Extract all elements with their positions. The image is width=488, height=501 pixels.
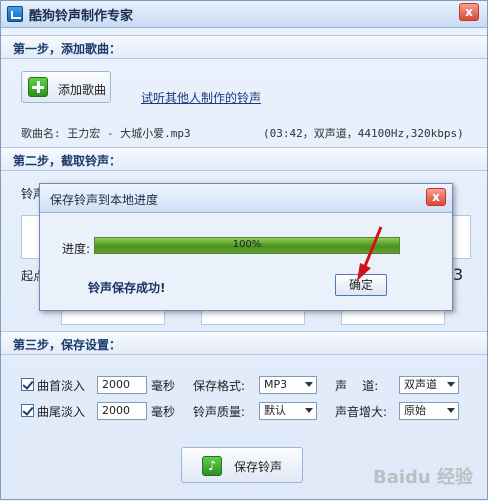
add-song-button[interactable]: 添加歌曲 <box>21 71 111 103</box>
channel-value: 双声道 <box>404 378 437 391</box>
volume-label: 声音增大: <box>335 405 388 419</box>
format-select[interactable]: MP3 <box>259 376 317 394</box>
step3-title: 第三步，保存设置： <box>13 338 122 352</box>
title-bar: 酷狗铃声制作专家 x <box>1 1 487 28</box>
app-icon <box>7 6 23 22</box>
fade-in-label: 曲首淡入 <box>37 379 86 393</box>
fade-in-input[interactable]: 2000 <box>97 376 147 394</box>
channel-select[interactable]: 双声道 <box>399 376 459 394</box>
volume-select[interactable]: 原始 <box>399 402 459 420</box>
step2-title: 第二步，截取铃声： <box>13 154 122 168</box>
save-progress-dialog: 保存铃声到本地进度 x 进度: 100% 铃声保存成功! 确定 <box>39 183 453 311</box>
step2-header: 第二步，截取铃声： <box>1 147 487 171</box>
quality-label: 铃声质量: <box>193 405 246 419</box>
add-song-label: 添加歌曲 <box>58 83 107 97</box>
ok-button[interactable]: 确定 <box>335 274 387 296</box>
quality-value: 默认 <box>264 404 286 417</box>
digit-partial: 3 <box>453 265 464 284</box>
format-value: MP3 <box>264 378 288 391</box>
format-label: 保存格式: <box>193 379 246 393</box>
song-detail: (03:42，双声道，44100Hz,320kbps) <box>263 127 464 140</box>
plus-icon <box>28 77 48 97</box>
music-note-icon: ♪ <box>202 456 222 476</box>
fade-in-unit: 毫秒 <box>151 379 176 393</box>
baidu-watermark: Baidu 经验 <box>373 467 474 488</box>
window-title: 酷狗铃声制作专家 <box>29 9 134 24</box>
song-name: 歌曲名: 王力宏 - 大城小爱.mp3 <box>21 127 191 140</box>
fade-out-checkbox[interactable] <box>21 404 34 417</box>
progress-text: 100% <box>232 239 262 250</box>
success-message: 铃声保存成功! <box>88 281 166 295</box>
channel-label: 声 道: <box>335 379 379 393</box>
chevron-down-icon <box>305 382 313 387</box>
volume-value: 原始 <box>404 404 426 417</box>
quality-select[interactable]: 默认 <box>259 402 317 420</box>
fade-in-checkbox[interactable] <box>21 378 34 391</box>
fade-out-unit: 毫秒 <box>151 405 176 419</box>
chevron-down-icon <box>447 408 455 413</box>
progress-label: 进度: <box>62 242 91 256</box>
chevron-down-icon <box>305 408 313 413</box>
save-ringtone-button[interactable]: ♪ 保存铃声 <box>181 447 303 483</box>
close-button[interactable]: x <box>459 3 479 21</box>
main-window: 酷狗铃声制作专家 x 第一步，添加歌曲： 添加歌曲 试听其他人制作的铃声 歌曲名… <box>0 0 488 500</box>
step1-header: 第一步，添加歌曲： <box>1 35 487 59</box>
dialog-close-button[interactable]: x <box>426 188 446 206</box>
dialog-title-bar: 保存铃声到本地进度 x <box>40 184 452 213</box>
fade-out-label: 曲尾淡入 <box>37 405 86 419</box>
save-ringtone-label: 保存铃声 <box>234 460 283 474</box>
listen-others-link[interactable]: 试听其他人制作的铃声 <box>141 89 261 106</box>
chevron-down-icon <box>447 382 455 387</box>
progress-bar: 100% <box>94 237 400 254</box>
step1-title: 第一步，添加歌曲： <box>13 42 122 56</box>
fade-out-input[interactable]: 2000 <box>97 402 147 420</box>
dialog-title: 保存铃声到本地进度 <box>50 193 159 207</box>
step3-header: 第三步，保存设置： <box>1 331 487 355</box>
